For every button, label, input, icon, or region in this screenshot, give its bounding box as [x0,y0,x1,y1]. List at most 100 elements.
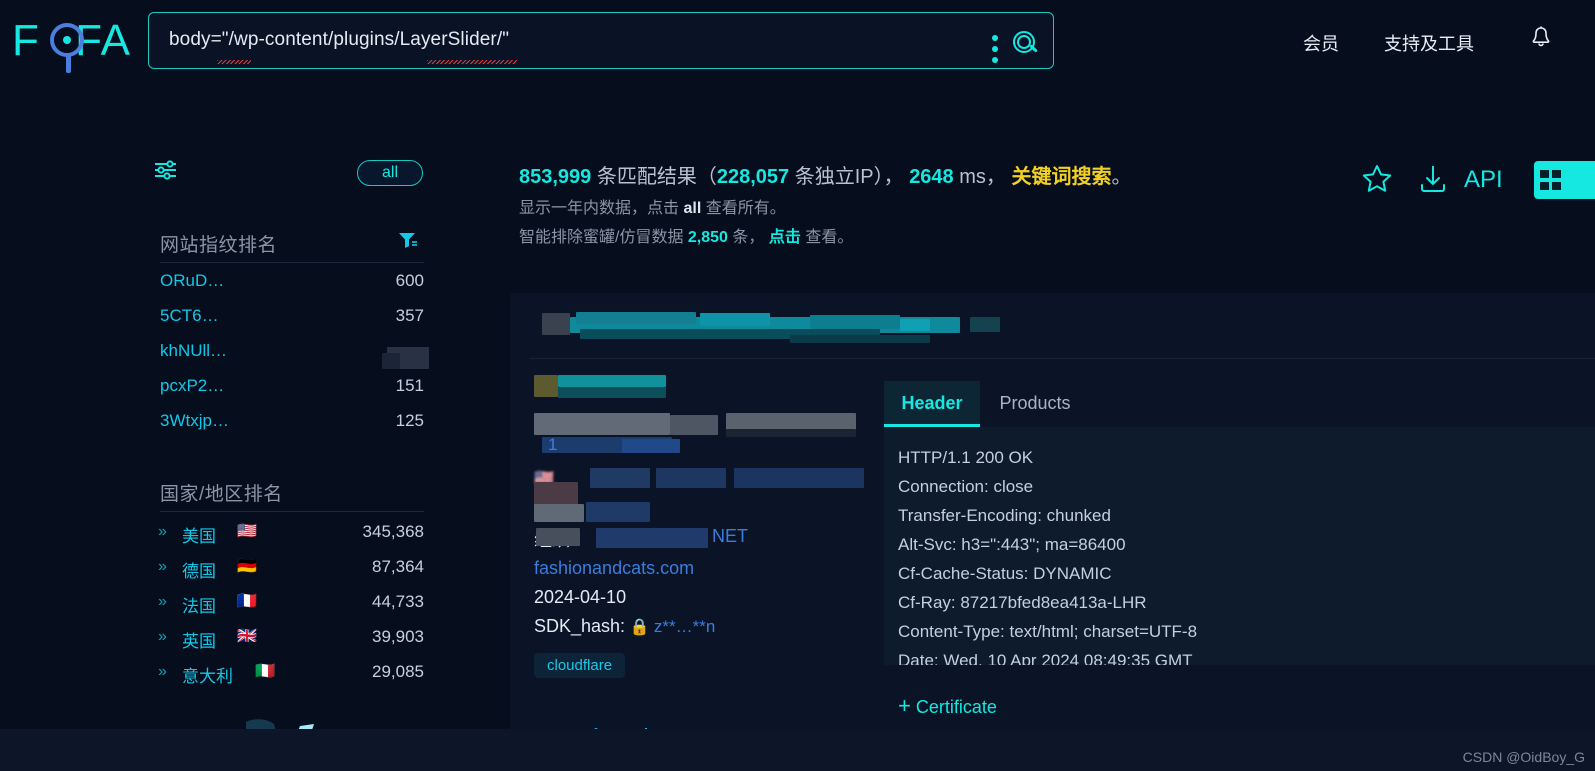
country-count: 345,368 [362,522,424,541]
fingerprint-name[interactable]: 3Wtxjp… [160,411,229,431]
result-domain-link[interactable]: fashionandcats.com [534,558,694,578]
tag-cloudflare[interactable]: cloudflare [534,653,626,678]
http-header-line: Date: Wed, 10 Apr 2024 08:49:35 GMT [898,651,1193,665]
country-row[interactable]: » 美国 🇺🇸 345,368 [158,522,424,556]
country-name[interactable]: 意大利 [182,662,233,687]
fingerprint-count: 151 [395,376,424,395]
nav-member[interactable]: 会员 [1303,30,1339,56]
country-flag-icon: 🇬🇧 [237,628,257,645]
redaction-block [534,482,578,506]
fingerprint-name[interactable]: ORuD… [160,271,224,291]
fofa-magnifier-logo-icon [50,23,84,73]
sdk-hash-row: SDK_hash: 🔒 z**…**n [534,616,884,649]
search-box[interactable]: body="/wp-content/plugins/LayerSlider/" [148,12,1054,69]
vertical-dots-icon[interactable] [992,35,998,65]
search-type-badge[interactable]: 关键词搜索 [1011,166,1111,188]
redaction-block [596,528,708,548]
search-input[interactable]: body="/wp-content/plugins/LayerSlider/" [169,29,509,51]
redaction-block [622,439,680,453]
certificate-label: Certificate [915,697,997,717]
fingerprint-row[interactable]: pcxP2… 151 [160,376,424,410]
honeypot-count: 2,850 [687,229,728,246]
detail-panel: Header Products HTTP/1.1 200 OK Connecti… [884,381,1595,771]
http-header-box[interactable]: HTTP/1.1 200 OK Connection: close Transf… [884,427,1595,665]
http-header-line: HTTP/1.1 200 OK [898,448,1034,467]
star-favorite-icon[interactable] [1361,163,1393,195]
country-name[interactable]: 法国 [182,592,216,617]
nav-support[interactable]: 支持及工具 [1384,30,1474,56]
redaction-block [900,319,930,331]
country-row[interactable]: » 法国 🇫🇷 44,733 [158,592,424,626]
bell-icon[interactable] [1530,26,1552,52]
fingerprint-row[interactable]: khNUll… [160,341,429,375]
fofa-logo[interactable]: FOFA [12,14,132,73]
fingerprint-name[interactable]: pcxP2… [160,376,224,396]
honeypot-link[interactable]: 点击 [769,229,801,246]
top-bar: FOFA body="/wp-content/plugins/LayerSlid… [0,0,1595,82]
fofa-search-page: FOFA body="/wp-content/plugins/LayerSlid… [0,0,1595,771]
fingerprint-count: 125 [395,411,424,430]
sdk-hash-label: SDK_hash: [534,616,626,636]
search-icon[interactable] [1013,31,1039,57]
grid-view-toggle-icon[interactable] [1534,161,1595,199]
tab-header[interactable]: Header [884,381,980,427]
country-name[interactable]: 德国 [182,557,216,582]
chevron-right-icon: » [158,523,167,540]
fingerprint-name[interactable]: 5CT6… [160,306,219,326]
redaction-block [558,375,666,387]
divider [160,511,424,512]
country-row[interactable]: » 意大利 🇮🇹 29,085 [158,662,424,696]
fingerprint-section-title: 网站指纹排名 [160,235,278,256]
redacted-title-row [534,371,884,399]
redaction-block [970,317,1000,332]
all-filter-pill[interactable]: all [357,160,423,186]
fingerprint-row[interactable]: ORuD… 600 [160,271,424,305]
unique-ip-count: 228,057 [716,166,790,188]
http-header-line: Alt-Svc: h3=":443"; ma=86400 [898,535,1126,554]
chevron-right-icon: » [158,593,167,610]
api-button[interactable]: API [1464,166,1503,194]
tab-products[interactable]: Products [980,381,1090,427]
summary-line-period: 显示一年内数据，点击 all 查看所有。 [519,194,1349,223]
period-all-link[interactable]: all [683,200,701,217]
country-row[interactable]: » 英国 🇬🇧 39,903 [158,627,424,661]
funnel-filter-icon[interactable] [398,231,418,249]
http-header-line: Content-Type: text/html; charset=UTF-8 [898,622,1198,641]
country-name[interactable]: 美国 [182,522,216,547]
sliders-filter-icon[interactable] [154,160,178,180]
redaction-block [700,313,770,326]
download-icon[interactable] [1417,163,1449,195]
country-count: 29,085 [372,662,424,681]
period-tail: 查看所有。 [705,200,786,217]
fingerprint-row[interactable]: 3Wtxjp… 125 [160,411,424,445]
panel-tabs: Header Products [884,381,1595,427]
country-flag-icon: 🇺🇸 [237,523,257,540]
certificate-expander[interactable]: + Certificate [898,693,997,719]
chevron-right-icon: » [158,558,167,575]
result-card-header[interactable] [510,293,1595,359]
redaction-block [790,335,930,343]
redaction-block [558,387,666,398]
fingerprint-count: 600 [395,271,424,290]
chevron-right-icon: » [158,628,167,645]
redaction-block [656,468,726,488]
redaction-block [586,502,650,522]
redaction-block [542,313,570,335]
country-flag-icon: 🇮🇹 [255,663,275,680]
honeypot-tail: 查看。 [805,229,854,246]
domain-row[interactable]: fashionandcats.com [534,558,884,587]
redaction-block [534,504,584,522]
redacted-info-row: 1 [534,413,884,468]
fingerprint-row[interactable]: 5CT6… 357 [160,306,424,340]
honeypot-pre: 智能排除蜜罐/仿冒数据 [519,229,684,246]
total-results-suffix: 条匹配结果（ [596,166,717,188]
tag-row: cloudflare [534,649,884,685]
redaction-block [734,468,864,488]
country-row[interactable]: » 德国 🇩🇪 87,364 [158,557,424,591]
summary-line-counts: 853,999 条匹配结果（228,057 条独立IP）， 2648 ms， 关… [519,166,1132,188]
country-count: 39,903 [372,627,424,646]
country-flag-icon: 🇫🇷 [237,593,257,610]
country-name[interactable]: 英国 [182,627,216,652]
fingerprint-name[interactable]: khNUll… [160,341,227,361]
redaction-block [536,528,580,546]
